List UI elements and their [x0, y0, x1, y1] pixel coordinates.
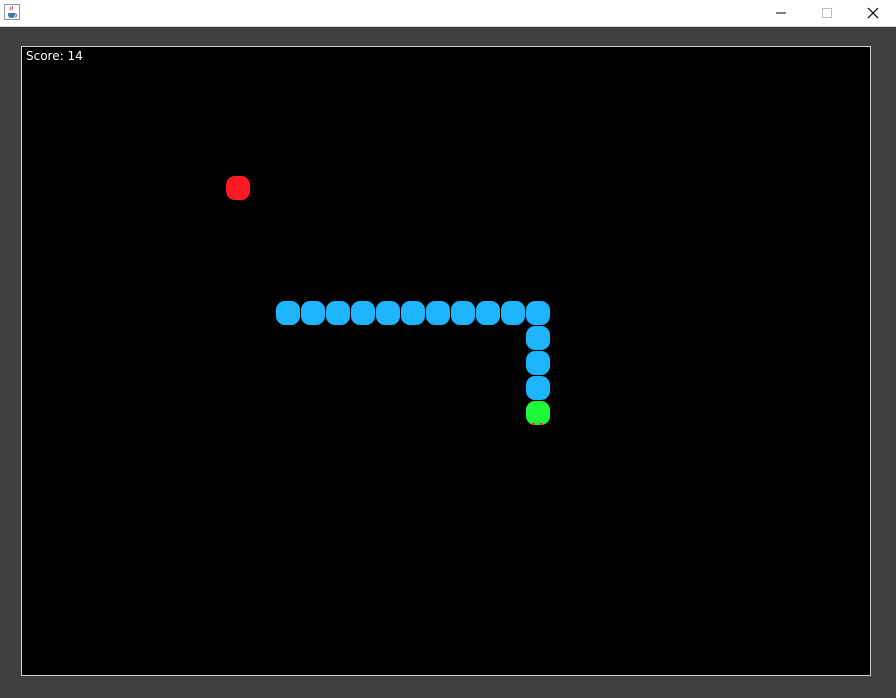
title-bar[interactable] [0, 0, 896, 27]
snake-body-segment [401, 301, 425, 325]
maximize-icon [822, 8, 832, 18]
game-board[interactable]: Score: 14 [21, 46, 871, 676]
snake-body-segment [526, 376, 550, 400]
snake-body-segment [351, 301, 375, 325]
snake-body-segment [526, 351, 550, 375]
snake-body-segment [501, 301, 525, 325]
close-button[interactable] [850, 0, 896, 26]
snake-eye [532, 423, 535, 425]
game-window: Score: 14 [0, 0, 896, 698]
close-icon [867, 7, 879, 19]
snake-body-segment [376, 301, 400, 325]
snake-body-segment [301, 301, 325, 325]
minimize-icon [776, 12, 786, 14]
score-label: Score: 14 [26, 49, 83, 63]
snake-head [526, 401, 550, 425]
food-apple [226, 176, 250, 200]
snake-body-segment [426, 301, 450, 325]
maximize-button[interactable] [804, 0, 850, 26]
snake-body-segment [526, 301, 550, 325]
snake-eye [540, 423, 543, 425]
snake-body-segment [326, 301, 350, 325]
snake-body-segment [276, 301, 300, 325]
java-cup-icon [4, 4, 20, 20]
snake-body-segment [451, 301, 475, 325]
minimize-button[interactable] [758, 0, 804, 26]
snake-body-segment [476, 301, 500, 325]
snake-body-segment [526, 326, 550, 350]
